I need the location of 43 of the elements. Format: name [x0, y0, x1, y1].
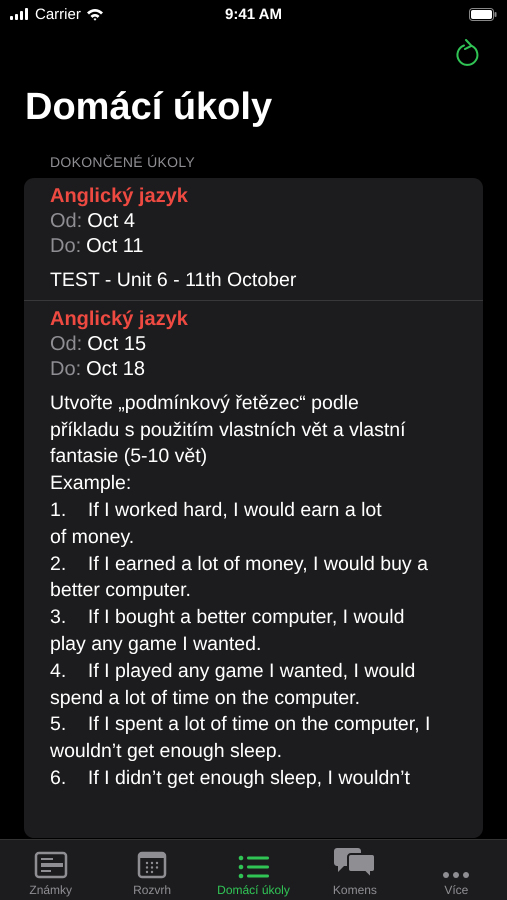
signal-icon: [10, 8, 30, 20]
carrier-name: Carrier: [35, 6, 81, 22]
tab-item[interactable]: Domácí úkoly: [202, 840, 304, 900]
more-icon: [442, 871, 470, 879]
card-icon: [34, 851, 68, 879]
tab-item[interactable]: Více: [406, 840, 507, 900]
date-value: Oct 4: [87, 210, 136, 232]
subject-name: Anglický jazyk: [50, 184, 189, 209]
description-line: spend a lot of time on the computer.: [50, 686, 362, 711]
wifi-icon: [86, 8, 104, 20]
date-label: Do:: [50, 358, 82, 380]
date-value: Oct 18: [86, 358, 146, 380]
tab-item[interactable]: Rozvrh: [101, 840, 203, 900]
description-line: better computer.: [50, 578, 192, 604]
date-value: Oct 15: [87, 332, 146, 355]
description-line: 6. If I didn’t get enough sleep, I wouldn’t: [50, 766, 411, 791]
status-time: 9:41 AM: [225, 6, 282, 22]
section-header: DOKONČENÉ ÚKOLY: [49, 154, 196, 172]
description-line: 5. If I spent a lot of time on the computer, I: [50, 712, 432, 738]
page-title: Domácí úkoly: [25, 85, 274, 130]
subject-name: Anglický jazyk: [50, 306, 189, 332]
description-line: TEST - Unit 6 - 11th October: [50, 268, 298, 293]
date-value: Oct 11: [86, 235, 144, 257]
description-line: wouldn’t get enough sleep.: [50, 739, 284, 764]
description-line: play any game I wanted.: [50, 632, 262, 657]
calendar-icon: [137, 851, 168, 879]
description-line: 1. If I worked hard, I would earn a lot: [50, 498, 383, 523]
refresh-icon[interactable]: [455, 39, 481, 67]
description-line: Example:: [50, 471, 132, 496]
tab-item[interactable]: Známky: [0, 840, 102, 900]
description-line: příkladu s použitím vlastních vět a vlastní: [50, 418, 406, 443]
description-line: of money.: [50, 524, 136, 550]
description-line: 3. If I bought a better computer, I would: [50, 605, 406, 630]
list-icon: [238, 855, 270, 879]
description-line: 4. If I played any game I wanted, I would: [50, 658, 416, 684]
date-label: Od:: [50, 332, 82, 355]
description-line: Utvořte „podmínkový řetězec“ podle: [50, 390, 360, 416]
description-line: 2. If I earned a lot of money, I would buy a: [50, 552, 429, 577]
battery-icon: [469, 8, 497, 20]
description-line: fantasie (5-10 vět): [50, 444, 208, 470]
tab-item[interactable]: Komens: [304, 840, 406, 900]
date-label: Od:: [50, 210, 82, 232]
date-label: Do:: [50, 235, 82, 257]
